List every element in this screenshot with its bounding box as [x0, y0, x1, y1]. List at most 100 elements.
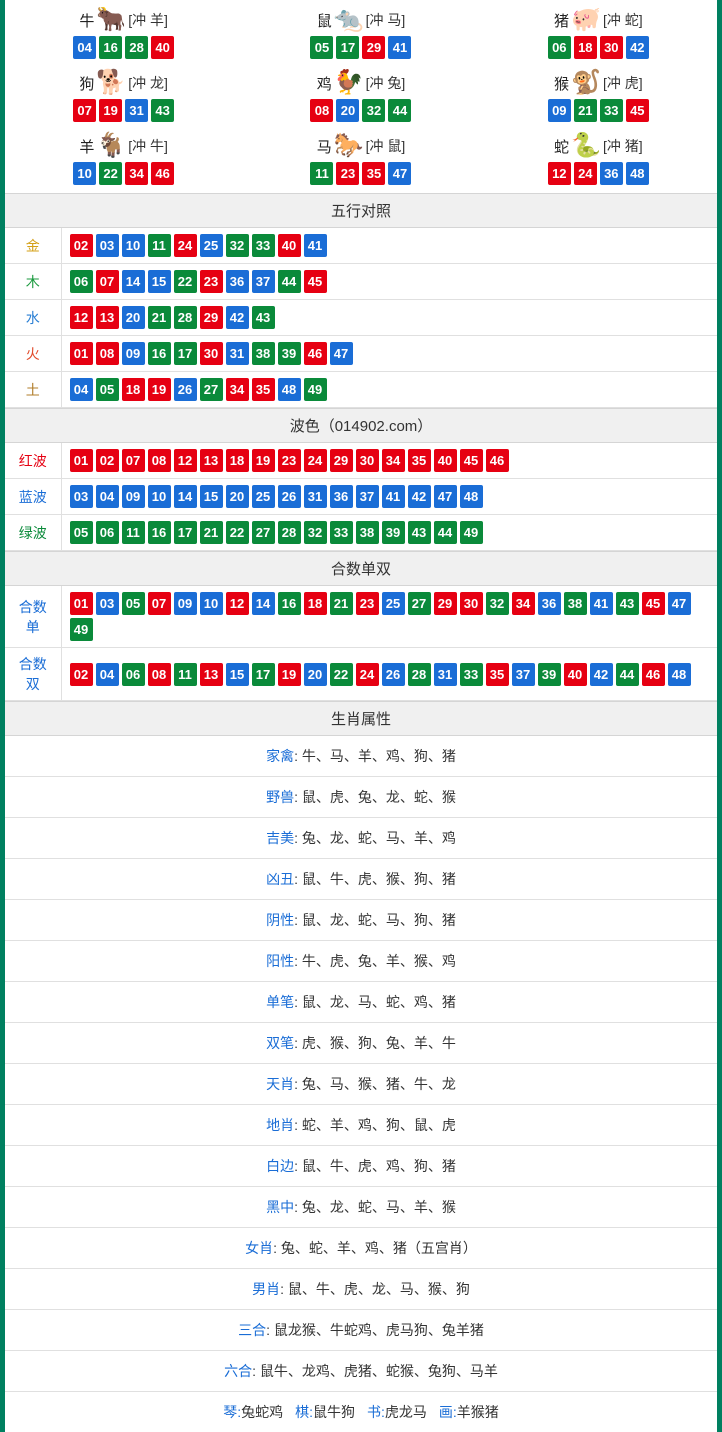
zodiac-header: 羊🐐[冲 牛]	[5, 134, 242, 158]
number-chip: 39	[538, 663, 561, 686]
number-chip: 32	[486, 592, 509, 615]
row-numbers: 0108091617303138394647	[61, 336, 717, 372]
attribute-label: 野兽	[266, 789, 294, 805]
zodiac-numbers: 06183042	[480, 36, 717, 59]
bottom-segment: 琴:兔蛇鸡	[223, 1404, 283, 1420]
number-chip: 30	[356, 449, 379, 472]
bottom-key: 棋:	[295, 1404, 313, 1420]
number-chip: 28	[278, 521, 301, 544]
attribute-row: 凶丑: 鼠、牛、虎、猴、狗、猪	[5, 859, 717, 900]
row-label: 金	[5, 228, 61, 264]
number-chip: 04	[73, 36, 96, 59]
number-chip: 07	[96, 270, 119, 293]
zodiac-header: 马🐎[冲 鼠]	[242, 134, 479, 158]
number-chip: 18	[304, 592, 327, 615]
number-chip: 02	[70, 663, 93, 686]
number-chip: 03	[96, 234, 119, 257]
number-chip: 47	[434, 485, 457, 508]
attribute-value: 鼠龙猴、牛蛇鸡、虎马狗、兔羊猪	[274, 1322, 484, 1338]
number-chip: 22	[330, 663, 353, 686]
attribute-label: 白边	[266, 1158, 294, 1174]
number-chip: 40	[434, 449, 457, 472]
zodiac-clash: [冲 鼠]	[366, 136, 406, 156]
attribute-label: 男肖	[252, 1281, 280, 1297]
number-chip: 41	[590, 592, 613, 615]
number-chip: 46	[304, 342, 327, 365]
zodiac-grid: 牛🐂[冲 羊]04162840鼠🐀[冲 马]05172941猪🐖[冲 蛇]061…	[5, 4, 717, 193]
number-chip: 03	[96, 592, 119, 615]
attribute-row: 阴性: 鼠、龙、蛇、马、狗、猪	[5, 900, 717, 941]
number-chip: 28	[125, 36, 148, 59]
zodiac-numbers: 04162840	[5, 36, 242, 59]
attribute-value: 牛、虎、兔、羊、猴、鸡	[302, 953, 456, 969]
number-chip: 48	[460, 485, 483, 508]
row-numbers: 0204060811131517192022242628313335373940…	[61, 648, 717, 701]
number-chip: 16	[99, 36, 122, 59]
zodiac-cell: 羊🐐[冲 牛]10223446	[5, 130, 242, 193]
attribute-value: 牛、马、羊、鸡、狗、猪	[302, 748, 456, 764]
zodiac-clash: [冲 蛇]	[603, 10, 643, 30]
number-chip: 01	[70, 592, 93, 615]
zodiac-name: 猴	[554, 73, 569, 94]
number-chip: 45	[626, 99, 649, 122]
attribute-label: 黑中	[266, 1199, 294, 1215]
number-chip: 31	[434, 663, 457, 686]
number-chip: 17	[252, 663, 275, 686]
page-wrapper: 牛🐂[冲 羊]04162840鼠🐀[冲 马]05172941猪🐖[冲 蛇]061…	[0, 0, 722, 1432]
zodiac-cell: 蛇🐍[冲 猪]12243648	[480, 130, 717, 193]
attribute-label: 吉美	[266, 830, 294, 846]
attribute-label: 凶丑	[266, 871, 294, 887]
number-chip: 29	[362, 36, 385, 59]
number-chip: 18	[122, 378, 145, 401]
number-chip: 08	[96, 342, 119, 365]
zodiac-cell: 猴🐒[冲 虎]09213345	[480, 67, 717, 130]
attribute-row: 家禽: 牛、马、羊、鸡、狗、猪	[5, 736, 717, 777]
attribute-row: 六合: 鼠牛、龙鸡、虎猪、蛇猴、兔狗、马羊	[5, 1351, 717, 1392]
zodiac-clash: [冲 龙]	[128, 73, 168, 93]
attribute-row: 吉美: 兔、龙、蛇、马、羊、鸡	[5, 818, 717, 859]
number-chip: 21	[574, 99, 597, 122]
bottom-key: 书:	[367, 1404, 385, 1420]
bottom-segment: 书:虎龙马	[367, 1404, 427, 1420]
number-chip: 39	[278, 342, 301, 365]
number-chip: 40	[564, 663, 587, 686]
attribute-row: 双笔: 虎、猴、狗、兔、羊、牛	[5, 1023, 717, 1064]
number-chip: 45	[460, 449, 483, 472]
attribute-row: 白边: 鼠、牛、虎、鸡、狗、猪	[5, 1146, 717, 1187]
attribute-value: 兔、龙、蛇、马、羊、猴	[302, 1199, 456, 1215]
zodiac-clash: [冲 羊]	[128, 10, 168, 30]
zodiac-animal-icon: 🐂	[96, 8, 126, 32]
number-chip: 38	[356, 521, 379, 544]
attribute-label: 三合	[238, 1322, 266, 1338]
table-row: 金02031011242532334041	[5, 228, 717, 264]
number-chip: 48	[278, 378, 301, 401]
number-chip: 20	[226, 485, 249, 508]
zodiac-numbers: 08203244	[242, 99, 479, 122]
number-chip: 36	[600, 162, 623, 185]
zodiac-animal-icon: 🐎	[334, 134, 364, 158]
number-chip: 42	[226, 306, 249, 329]
number-chip: 09	[122, 342, 145, 365]
row-numbers: 06071415222336374445	[61, 264, 717, 300]
zodiac-numbers: 12243648	[480, 162, 717, 185]
section-header-shengxiao: 生肖属性	[5, 701, 717, 736]
zodiac-name: 羊	[79, 136, 94, 157]
number-chip: 48	[668, 663, 691, 686]
zodiac-numbers: 07193143	[5, 99, 242, 122]
number-chip: 27	[408, 592, 431, 615]
number-chip: 26	[382, 663, 405, 686]
number-chip: 16	[278, 592, 301, 615]
attribute-row: 地肖: 蛇、羊、鸡、狗、鼠、虎	[5, 1105, 717, 1146]
zodiac-name: 牛	[79, 10, 94, 31]
number-chip: 04	[70, 378, 93, 401]
number-chip: 30	[200, 342, 223, 365]
bottom-value: 鼠牛狗	[313, 1404, 355, 1420]
attribute-value: 鼠牛、龙鸡、虎猪、蛇猴、兔狗、马羊	[260, 1363, 498, 1379]
zodiac-clash: [冲 牛]	[128, 136, 168, 156]
number-chip: 21	[148, 306, 171, 329]
number-chip: 05	[70, 521, 93, 544]
table-row: 合数单0103050709101214161821232527293032343…	[5, 586, 717, 648]
number-chip: 28	[174, 306, 197, 329]
number-chip: 38	[252, 342, 275, 365]
bottom-segment: 棋:鼠牛狗	[295, 1404, 355, 1420]
